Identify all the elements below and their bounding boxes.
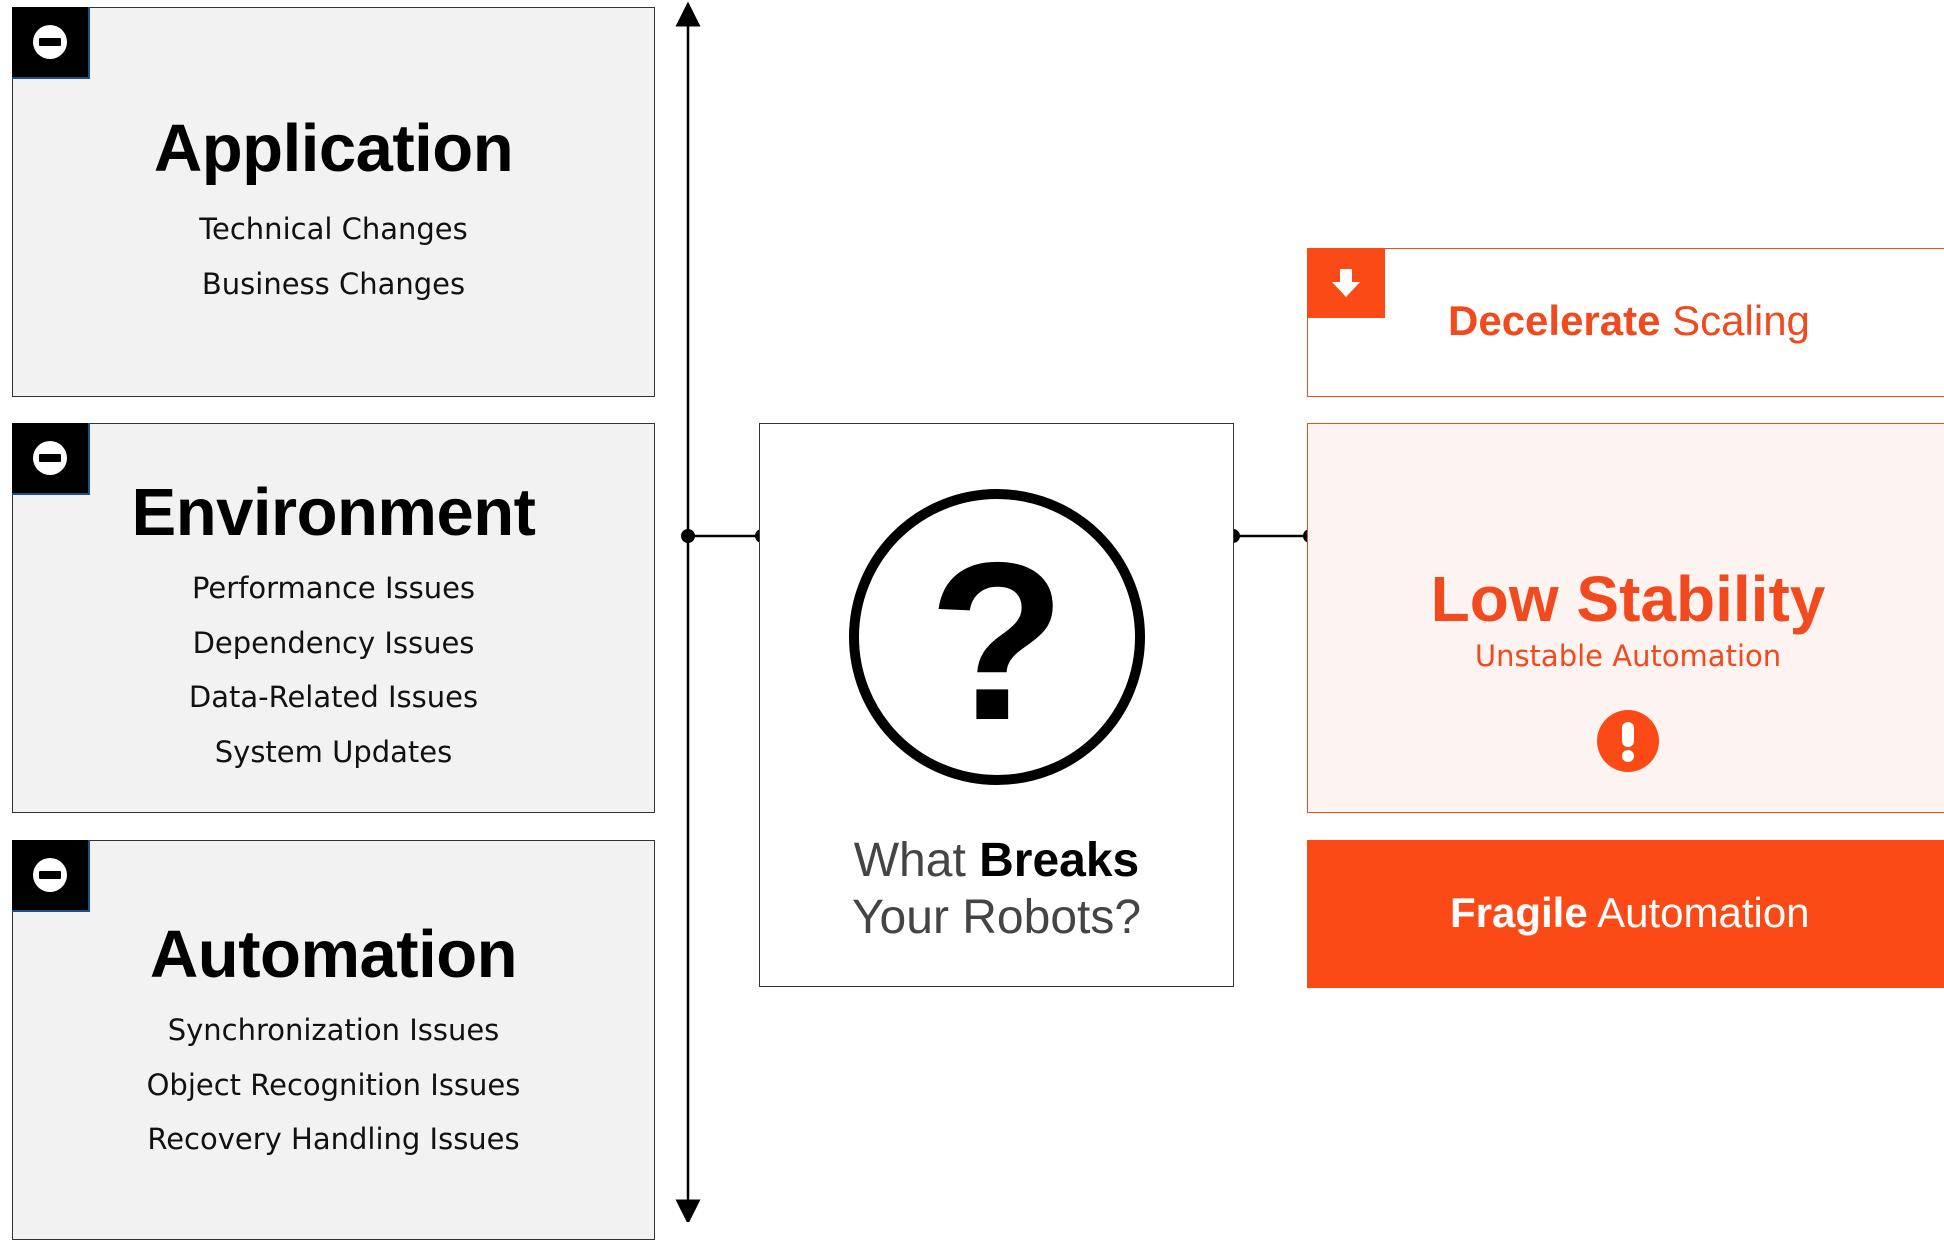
question-word-light: What [853,834,966,887]
question-line-2: Your Robots? [851,891,1142,944]
category-item: Business Changes [201,266,466,301]
category-item: Performance Issues [191,571,476,605]
category-item-list: Performance Issues Dependency Issues Dat… [13,561,654,779]
arrow-down-icon [1332,269,1360,297]
connector-dot [681,529,695,543]
question-word-bold: Breaks [979,834,1140,887]
question-line-1: What Breaks [760,832,1233,889]
exclamation-circle-icon [1597,710,1659,772]
question-caption: What Breaks Your Robots? [760,832,1233,946]
category-card-automation: Automation Synchronization Issues Object… [12,840,655,1240]
category-badge [12,840,90,912]
outcome-label-rest: Scaling [1660,297,1810,344]
category-title: Application [153,111,514,186]
outcome-title: Low Stability [1430,563,1826,635]
outcome-fragile-automation: Fragile Automation [1307,840,1944,988]
minus-circle-icon [33,441,67,475]
outcome-label: Fragile Automation [1450,889,1810,937]
outcome-decelerate-scaling: Decelerate Scaling [1307,248,1944,397]
outcome-low-stability: Low Stability Unstable Automation [1307,423,1944,813]
outcome-subtitle: Unstable Automation [1474,639,1782,673]
question-circle-icon: ? [849,489,1145,785]
category-item: Technical Changes [199,212,468,246]
category-badge [12,7,90,79]
category-card-environment: Environment Performance Issues Dependenc… [12,423,655,813]
question-card: ? What Breaks Your Robots? [759,423,1234,987]
category-item: Object Recognition Issues [146,1067,521,1102]
category-item: Data-Related Issues [188,680,479,714]
outcome-label-bold: Decelerate [1448,297,1661,344]
category-card-application: Application Technical Changes Business C… [12,7,655,397]
minus-circle-icon [33,25,67,59]
category-item-list: Synchronization Issues Object Recognitio… [13,1003,654,1167]
category-item: Dependency Issues [192,625,475,660]
outcome-label: Decelerate Scaling [1448,297,1810,345]
category-item: Synchronization Issues [167,1013,500,1047]
outcome-label-bold: Fragile [1450,889,1588,936]
category-item-list: Technical Changes Business Changes [13,202,654,311]
outcome-label-rest: Automation [1587,889,1810,936]
category-title: Automation [149,917,518,992]
svg-text:?: ? [928,515,1065,767]
category-item: Recovery Handling Issues [147,1122,520,1156]
minus-circle-icon [33,858,67,892]
category-title: Environment [131,475,537,550]
category-item: System Updates [214,734,453,769]
outcome-badge [1307,248,1385,318]
